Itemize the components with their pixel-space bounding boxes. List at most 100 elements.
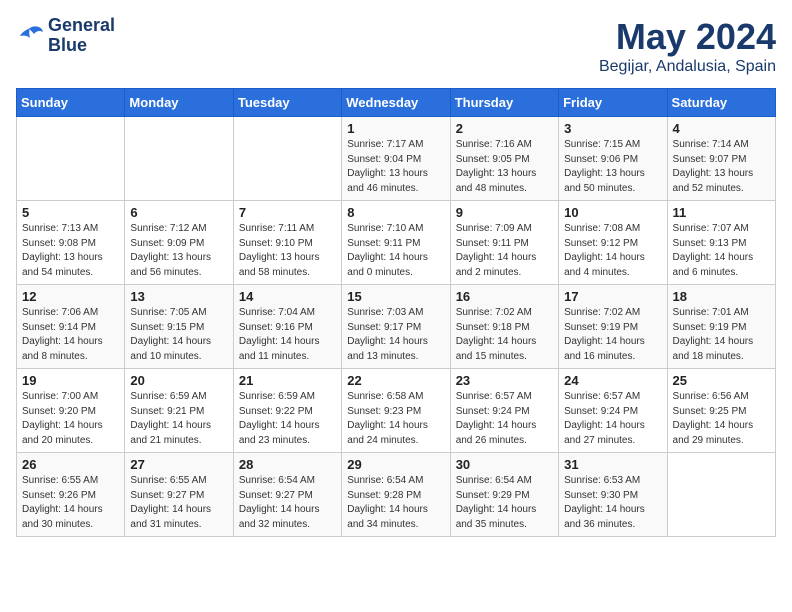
day-number: 28 [239, 457, 336, 472]
day-detail: Sunrise: 7:08 AM Sunset: 9:12 PM Dayligh… [564, 222, 661, 280]
day-detail: Sunrise: 6:57 AM Sunset: 9:24 PM Dayligh… [564, 390, 661, 448]
calendar-cell: 14 Sunrise: 7:04 AM Sunset: 9:16 PM Dayli… [233, 285, 341, 369]
logo: General Blue [16, 16, 115, 56]
day-number: 26 [22, 457, 119, 472]
day-number: 1 [347, 121, 444, 136]
calendar-cell: 5 Sunrise: 7:13 AM Sunset: 9:08 PM Daylig… [17, 201, 125, 285]
day-detail: Sunrise: 6:59 AM Sunset: 9:21 PM Dayligh… [130, 390, 227, 448]
calendar-cell: 11 Sunrise: 7:07 AM Sunset: 9:13 PM Dayli… [667, 201, 775, 285]
day-detail: Sunrise: 6:54 AM Sunset: 9:27 PM Dayligh… [239, 474, 336, 532]
calendar-week-row: 5 Sunrise: 7:13 AM Sunset: 9:08 PM Daylig… [17, 201, 776, 285]
calendar-cell: 9 Sunrise: 7:09 AM Sunset: 9:11 PM Daylig… [450, 201, 558, 285]
calendar-cell: 2 Sunrise: 7:16 AM Sunset: 9:05 PM Daylig… [450, 117, 558, 201]
day-number: 19 [22, 373, 119, 388]
day-number: 16 [456, 289, 553, 304]
day-detail: Sunrise: 7:07 AM Sunset: 9:13 PM Dayligh… [673, 222, 770, 280]
calendar-week-row: 12 Sunrise: 7:06 AM Sunset: 9:14 PM Dayli… [17, 285, 776, 369]
calendar-cell: 16 Sunrise: 7:02 AM Sunset: 9:18 PM Dayli… [450, 285, 558, 369]
title-block: May 2024 Begijar, Andalusia, Spain [599, 16, 776, 76]
calendar-cell: 23 Sunrise: 6:57 AM Sunset: 9:24 PM Dayli… [450, 369, 558, 453]
page-header: General Blue May 2024 Begijar, Andalusia… [16, 16, 776, 76]
day-detail: Sunrise: 7:16 AM Sunset: 9:05 PM Dayligh… [456, 138, 553, 196]
day-detail: Sunrise: 7:09 AM Sunset: 9:11 PM Dayligh… [456, 222, 553, 280]
day-number: 23 [456, 373, 553, 388]
day-number: 3 [564, 121, 661, 136]
calendar-cell: 28 Sunrise: 6:54 AM Sunset: 9:27 PM Dayli… [233, 453, 341, 537]
calendar-table: SundayMondayTuesdayWednesdayThursdayFrid… [16, 88, 776, 537]
day-number: 21 [239, 373, 336, 388]
weekday-header-sunday: Sunday [17, 89, 125, 117]
calendar-cell: 17 Sunrise: 7:02 AM Sunset: 9:19 PM Dayli… [559, 285, 667, 369]
day-detail: Sunrise: 7:04 AM Sunset: 9:16 PM Dayligh… [239, 306, 336, 364]
calendar-cell: 8Sunrise: 7:10 AM Sunset: 9:11 PM Daylig… [342, 201, 450, 285]
day-number: 9 [456, 205, 553, 220]
calendar-cell: 25Sunrise: 6:56 AM Sunset: 9:25 PM Dayli… [667, 369, 775, 453]
weekday-header-row: SundayMondayTuesdayWednesdayThursdayFrid… [17, 89, 776, 117]
day-detail: Sunrise: 7:01 AM Sunset: 9:19 PM Dayligh… [673, 306, 770, 364]
calendar-week-row: 1 Sunrise: 7:17 AM Sunset: 9:04 PM Daylig… [17, 117, 776, 201]
calendar-title: May 2024 [599, 16, 776, 58]
day-detail: Sunrise: 6:54 AM Sunset: 9:28 PM Dayligh… [347, 474, 444, 532]
day-number: 29 [347, 457, 444, 472]
logo-line2: Blue [48, 36, 115, 56]
weekday-header-tuesday: Tuesday [233, 89, 341, 117]
day-detail: Sunrise: 7:10 AM Sunset: 9:11 PM Dayligh… [347, 222, 444, 280]
day-number: 30 [456, 457, 553, 472]
calendar-cell: 6Sunrise: 7:12 AM Sunset: 9:09 PM Daylig… [125, 201, 233, 285]
day-number: 24 [564, 373, 661, 388]
calendar-cell [667, 453, 775, 537]
calendar-cell: 12 Sunrise: 7:06 AM Sunset: 9:14 PM Dayli… [17, 285, 125, 369]
calendar-subtitle: Begijar, Andalusia, Spain [599, 58, 776, 76]
day-detail: Sunrise: 6:54 AM Sunset: 9:29 PM Dayligh… [456, 474, 553, 532]
day-number: 31 [564, 457, 661, 472]
day-detail: Sunrise: 6:53 AM Sunset: 9:30 PM Dayligh… [564, 474, 661, 532]
logo-icon [16, 24, 44, 48]
calendar-cell: 10 Sunrise: 7:08 AM Sunset: 9:12 PM Dayli… [559, 201, 667, 285]
day-detail: Sunrise: 7:05 AM Sunset: 9:15 PM Dayligh… [130, 306, 227, 364]
day-detail: Sunrise: 7:03 AM Sunset: 9:17 PM Dayligh… [347, 306, 444, 364]
weekday-header-monday: Monday [125, 89, 233, 117]
calendar-cell: 29 Sunrise: 6:54 AM Sunset: 9:28 PM Dayli… [342, 453, 450, 537]
day-number: 2 [456, 121, 553, 136]
weekday-header-saturday: Saturday [667, 89, 775, 117]
day-detail: Sunrise: 7:06 AM Sunset: 9:14 PM Dayligh… [22, 306, 119, 364]
day-number: 13 [130, 289, 227, 304]
day-number: 10 [564, 205, 661, 220]
day-number: 14 [239, 289, 336, 304]
calendar-cell: 3 Sunrise: 7:15 AM Sunset: 9:06 PM Daylig… [559, 117, 667, 201]
calendar-cell [17, 117, 125, 201]
day-number: 7 [239, 205, 336, 220]
calendar-cell: 1 Sunrise: 7:17 AM Sunset: 9:04 PM Daylig… [342, 117, 450, 201]
day-number: 12 [22, 289, 119, 304]
day-detail: Sunrise: 7:02 AM Sunset: 9:18 PM Dayligh… [456, 306, 553, 364]
calendar-cell: 19Sunrise: 7:00 AM Sunset: 9:20 PM Dayli… [17, 369, 125, 453]
day-detail: Sunrise: 7:17 AM Sunset: 9:04 PM Dayligh… [347, 138, 444, 196]
calendar-cell: 18 Sunrise: 7:01 AM Sunset: 9:19 PM Dayli… [667, 285, 775, 369]
day-number: 22 [347, 373, 444, 388]
day-number: 11 [673, 205, 770, 220]
calendar-cell: 24 Sunrise: 6:57 AM Sunset: 9:24 PM Dayli… [559, 369, 667, 453]
day-detail: Sunrise: 6:57 AM Sunset: 9:24 PM Dayligh… [456, 390, 553, 448]
day-number: 6 [130, 205, 227, 220]
calendar-cell: 15 Sunrise: 7:03 AM Sunset: 9:17 PM Dayli… [342, 285, 450, 369]
calendar-cell: 13 Sunrise: 7:05 AM Sunset: 9:15 PM Dayli… [125, 285, 233, 369]
calendar-cell: 7 Sunrise: 7:11 AM Sunset: 9:10 PM Daylig… [233, 201, 341, 285]
day-detail: Sunrise: 7:13 AM Sunset: 9:08 PM Dayligh… [22, 222, 119, 280]
day-number: 17 [564, 289, 661, 304]
calendar-cell: 27Sunrise: 6:55 AM Sunset: 9:27 PM Dayli… [125, 453, 233, 537]
weekday-header-friday: Friday [559, 89, 667, 117]
day-detail: Sunrise: 7:02 AM Sunset: 9:19 PM Dayligh… [564, 306, 661, 364]
day-detail: Sunrise: 6:59 AM Sunset: 9:22 PM Dayligh… [239, 390, 336, 448]
day-detail: Sunrise: 6:55 AM Sunset: 9:27 PM Dayligh… [130, 474, 227, 532]
calendar-cell: 26Sunrise: 6:55 AM Sunset: 9:26 PM Dayli… [17, 453, 125, 537]
calendar-cell: 20Sunrise: 6:59 AM Sunset: 9:21 PM Dayli… [125, 369, 233, 453]
day-number: 18 [673, 289, 770, 304]
day-detail: Sunrise: 6:58 AM Sunset: 9:23 PM Dayligh… [347, 390, 444, 448]
day-detail: Sunrise: 7:15 AM Sunset: 9:06 PM Dayligh… [564, 138, 661, 196]
weekday-header-thursday: Thursday [450, 89, 558, 117]
calendar-cell: 22 Sunrise: 6:58 AM Sunset: 9:23 PM Dayli… [342, 369, 450, 453]
day-detail: Sunrise: 7:14 AM Sunset: 9:07 PM Dayligh… [673, 138, 770, 196]
day-detail: Sunrise: 7:11 AM Sunset: 9:10 PM Dayligh… [239, 222, 336, 280]
day-number: 15 [347, 289, 444, 304]
day-number: 5 [22, 205, 119, 220]
